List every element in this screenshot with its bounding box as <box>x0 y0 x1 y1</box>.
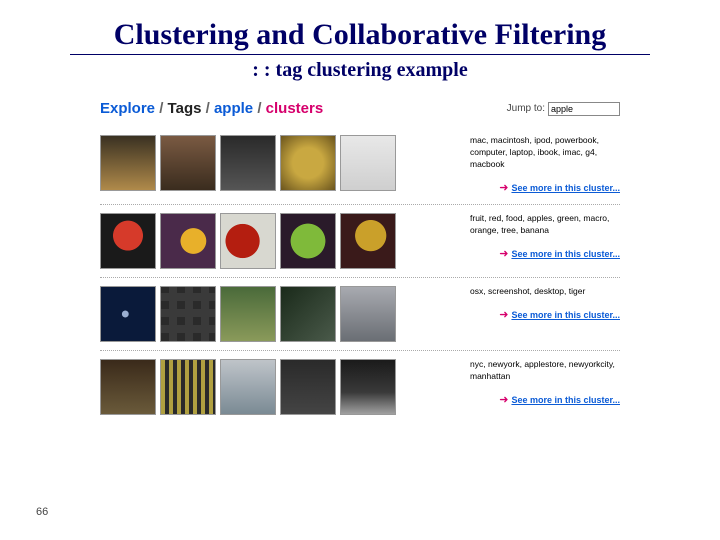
thumbnail[interactable] <box>280 135 336 191</box>
thumbnail[interactable] <box>340 359 396 415</box>
jump-label: Jump to: <box>507 103 545 114</box>
jump-to: Jump to: <box>507 102 620 116</box>
tags-column: nyc, newyork, applestore, newyorkcity, m… <box>470 359 620 415</box>
see-more-link[interactable]: See more in this cluster... <box>511 248 620 261</box>
thumbs <box>100 359 396 415</box>
breadcrumb-clusters[interactable]: clusters <box>266 100 324 117</box>
see-more[interactable]: ➜ See more in this cluster... <box>470 181 620 196</box>
breadcrumb-apple[interactable]: apple <box>214 100 253 117</box>
thumbnail[interactable] <box>280 286 336 342</box>
top-bar: Explore / Tags / apple / clusters Jump t… <box>100 100 620 117</box>
breadcrumb-sep: / <box>257 100 261 117</box>
breadcrumb-sep: / <box>206 100 210 117</box>
see-more-link[interactable]: See more in this cluster... <box>511 309 620 322</box>
thumbnail[interactable] <box>220 213 276 269</box>
thumbnail[interactable] <box>160 359 216 415</box>
thumbnail[interactable] <box>280 213 336 269</box>
breadcrumb-explore[interactable]: Explore <box>100 100 155 117</box>
arrow-icon: ➜ <box>499 393 508 408</box>
thumbnail[interactable] <box>220 359 276 415</box>
tag-list[interactable]: nyc, newyork, applestore, newyorkcity, m… <box>470 359 620 383</box>
cluster-row: nyc, newyork, applestore, newyorkcity, m… <box>100 351 620 423</box>
see-more-link[interactable]: See more in this cluster... <box>511 394 620 407</box>
breadcrumb-tags[interactable]: Tags <box>168 100 202 117</box>
cluster-row: osx, screenshot, desktop, tiger ➜ See mo… <box>100 278 620 350</box>
tags-column: mac, macintosh, ipod, powerbook, compute… <box>470 135 620 196</box>
see-more[interactable]: ➜ See more in this cluster... <box>470 247 620 262</box>
thumbnail[interactable] <box>100 213 156 269</box>
see-more[interactable]: ➜ See more in this cluster... <box>470 308 620 323</box>
see-more[interactable]: ➜ See more in this cluster... <box>470 393 620 408</box>
cluster-row: fruit, red, food, apples, green, macro, … <box>100 205 620 277</box>
tags-column: fruit, red, food, apples, green, macro, … <box>470 213 620 269</box>
tags-column: osx, screenshot, desktop, tiger ➜ See mo… <box>470 286 620 342</box>
thumbs <box>100 213 396 269</box>
thumbnail[interactable] <box>160 213 216 269</box>
thumbnail[interactable] <box>100 359 156 415</box>
thumbnail[interactable] <box>100 286 156 342</box>
thumbs <box>100 135 396 196</box>
screenshot-content: Explore / Tags / apple / clusters Jump t… <box>100 100 620 423</box>
slide-subtitle: : : tag clustering example <box>0 59 720 82</box>
thumbnail[interactable] <box>280 359 336 415</box>
thumbnail[interactable] <box>160 135 216 191</box>
page-number: 66 <box>36 506 48 518</box>
thumbnail[interactable] <box>100 135 156 191</box>
thumbnail[interactable] <box>220 135 276 191</box>
arrow-icon: ➜ <box>499 247 508 262</box>
thumbnail[interactable] <box>340 135 396 191</box>
arrow-icon: ➜ <box>499 181 508 196</box>
see-more-link[interactable]: See more in this cluster... <box>511 182 620 195</box>
slide-title: Clustering and Collaborative Filtering <box>0 0 720 54</box>
arrow-icon: ➜ <box>499 308 508 323</box>
thumbnail[interactable] <box>340 286 396 342</box>
thumbnail[interactable] <box>340 213 396 269</box>
title-underline <box>70 54 650 55</box>
thumbs <box>100 286 396 342</box>
breadcrumb: Explore / Tags / apple / clusters <box>100 100 323 117</box>
jump-input[interactable] <box>548 102 620 116</box>
cluster-row: mac, macintosh, ipod, powerbook, compute… <box>100 127 620 204</box>
breadcrumb-sep: / <box>159 100 163 117</box>
thumbnail[interactable] <box>220 286 276 342</box>
thumbnail[interactable] <box>160 286 216 342</box>
tag-list[interactable]: fruit, red, food, apples, green, macro, … <box>470 213 620 237</box>
tag-list[interactable]: mac, macintosh, ipod, powerbook, compute… <box>470 135 620 171</box>
tag-list[interactable]: osx, screenshot, desktop, tiger <box>470 286 620 298</box>
